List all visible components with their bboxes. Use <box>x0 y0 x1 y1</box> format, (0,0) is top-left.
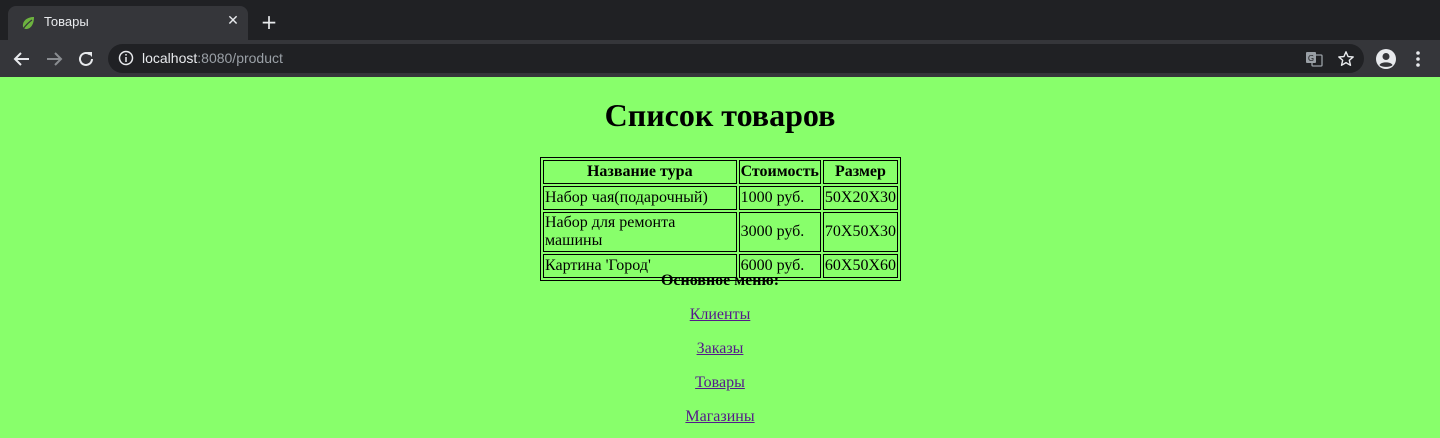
table-row: Набор для ремонта машины 3000 руб. 70X50… <box>543 212 898 252</box>
browser-chrome: Товары ✕ + localhost:8080/product G <box>0 0 1440 77</box>
translate-icon[interactable]: G <box>1305 50 1323 68</box>
tab-products[interactable]: Товары ✕ <box>8 6 248 40</box>
info-icon[interactable] <box>118 50 134 66</box>
tab-strip: Товары ✕ + <box>0 0 1440 40</box>
reload-icon[interactable] <box>75 48 97 70</box>
back-arrow-icon[interactable] <box>11 48 33 70</box>
table-cell: 70X50X30 <box>822 212 898 252</box>
menu-item-clients: Клиенты <box>0 306 1440 324</box>
url-host: localhost <box>142 50 198 66</box>
table-header-row: Название тура Стоимость Размер <box>543 160 898 184</box>
tab-title: Товары <box>44 14 89 29</box>
page-content: Список товаров Название тура Стоимость Р… <box>0 77 1440 438</box>
url-path: :8080/product <box>197 50 283 66</box>
spring-leaf-icon <box>22 17 34 30</box>
table-cell: 50X20X30 <box>822 186 898 210</box>
plus-icon[interactable]: + <box>259 12 279 32</box>
products-link[interactable]: Товары <box>695 374 745 391</box>
column-header: Размер <box>822 160 898 184</box>
table-cell: Набор для ремонта машины <box>543 212 737 252</box>
main-menu-title: Основное меню: <box>660 272 780 289</box>
column-header: Стоимость <box>738 160 821 184</box>
account-icon[interactable] <box>1375 48 1397 70</box>
table-cell: Набор чая(подарочный) <box>543 186 737 210</box>
products-table: Название тура Стоимость Размер Набор чая… <box>540 157 901 281</box>
svg-text:G: G <box>1308 54 1314 63</box>
forward-arrow-icon[interactable] <box>43 48 65 70</box>
page-title: Список товаров <box>604 97 836 133</box>
table-row: Набор чая(подарочный) 1000 руб. 50X20X30 <box>543 186 898 210</box>
address-bar[interactable]: localhost:8080/product G <box>108 44 1364 73</box>
menu-item-orders: Заказы <box>0 340 1440 358</box>
table-cell: 1000 руб. <box>738 186 821 210</box>
toolbar: localhost:8080/product G <box>0 40 1440 77</box>
star-icon[interactable] <box>1337 50 1355 68</box>
url-text[interactable]: localhost:8080/product <box>142 50 283 66</box>
column-header: Название тура <box>543 160 737 184</box>
stores-link[interactable]: Магазины <box>685 408 754 425</box>
clients-link[interactable]: Клиенты <box>690 306 751 323</box>
menu-item-stores: Магазины <box>0 408 1440 426</box>
close-icon[interactable]: ✕ <box>225 13 241 29</box>
orders-link[interactable]: Заказы <box>697 340 744 357</box>
more-vert-icon[interactable] <box>1407 48 1429 70</box>
menu-item-products: Товары <box>0 374 1440 392</box>
table-cell: 3000 руб. <box>738 212 821 252</box>
